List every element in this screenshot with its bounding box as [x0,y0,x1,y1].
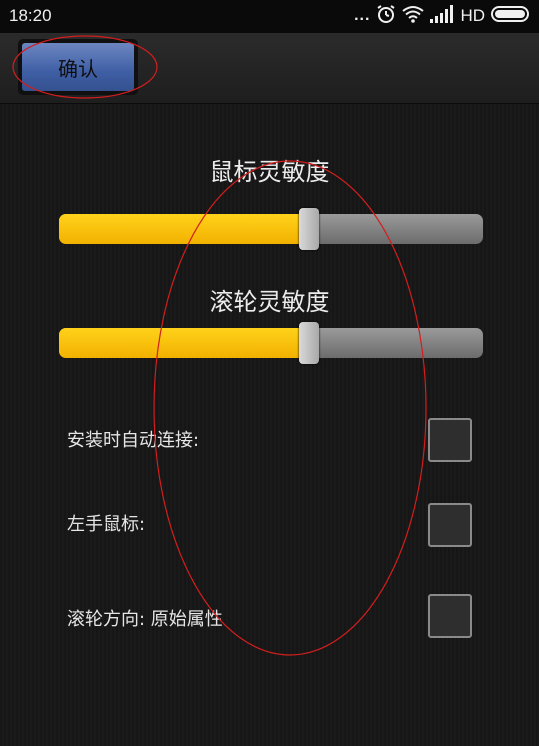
settings-panel: 鼠标灵敏度 滚轮灵敏度 安装时自动连接: 左手鼠标: 滚轮方向: 原始属性 [0,104,539,746]
battery-icon [491,5,531,28]
wifi-icon [402,5,425,28]
status-icons: ... HD [354,4,531,29]
mouse-sensitivity-title: 鼠标灵敏度 [209,158,330,186]
signal-icon [430,4,454,28]
status-time: 18:20 [9,6,52,25]
confirm-button[interactable]: 确认 [18,39,138,95]
slider-thumb[interactable] [299,322,320,364]
confirm-button-label: 确认 [22,43,134,91]
left-hand-mouse-checkbox[interactable] [428,503,472,547]
slider-fill [59,214,310,244]
action-bar: 确认 [0,33,539,104]
slider-track [59,328,483,358]
wheel-direction-checkbox[interactable] [428,594,472,638]
more-notifications-icon: ... [354,7,371,24]
auto-connect-label: 安装时自动连接: [67,430,200,451]
slider-fill [59,328,310,358]
slider-track [59,214,483,244]
wheel-sensitivity-title: 滚轮灵敏度 [209,288,330,316]
wheel-sensitivity-slider[interactable] [59,322,483,364]
status-bar: 18:20 ... HD [0,0,539,33]
auto-connect-checkbox[interactable] [428,418,472,462]
wheel-direction-label: 滚轮方向: 原始属性 [67,609,223,630]
alarm-icon [376,4,396,29]
mouse-sensitivity-slider[interactable] [59,208,483,250]
left-hand-mouse-label: 左手鼠标: [67,514,146,535]
network-type: HD [460,6,485,25]
slider-thumb[interactable] [299,208,320,250]
